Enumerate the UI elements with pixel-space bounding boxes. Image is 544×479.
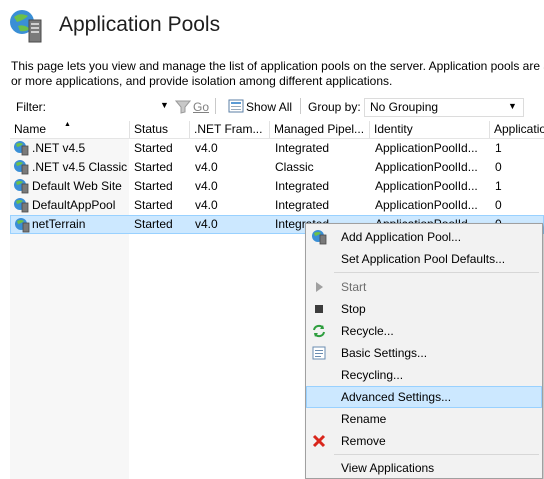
cell-net-version: v4.0 <box>195 179 218 193</box>
go-button[interactable]: Go <box>193 100 209 114</box>
menu-item-label: Recycle... <box>341 324 394 338</box>
menu-item-label: Add Application Pool... <box>341 230 462 244</box>
filter-dropdown-arrow-icon[interactable]: ▼ <box>160 100 169 110</box>
table-row[interactable]: Default Web Site Started v4.0 Integrated… <box>10 177 544 196</box>
chevron-down-icon[interactable]: ▼ <box>508 101 517 111</box>
app-pool-icon <box>13 178 29 194</box>
page-description: This page lets you view and manage the l… <box>11 59 544 89</box>
app-pool-icon <box>14 217 30 233</box>
cell-name: .NET v4.5 <box>32 141 86 155</box>
cell-applications: 1 <box>495 141 502 155</box>
menu-item-label: Rename <box>341 412 387 426</box>
app-pool-icon <box>13 197 29 213</box>
cell-status: Started <box>134 141 173 155</box>
menu-item-label: Set Application Pool Defaults... <box>341 252 506 266</box>
app-pools-header-icon <box>8 8 44 44</box>
menu-item-remove[interactable]: Remove <box>306 431 542 452</box>
menu-item-label: Start <box>341 280 367 294</box>
menu-separator <box>334 272 539 273</box>
cell-status: Started <box>134 217 173 231</box>
filter-label: Filter: <box>16 100 46 114</box>
cell-name: DefaultAppPool <box>32 198 116 212</box>
cell-applications: 0 <box>495 198 502 212</box>
menu-item-add-application-pool[interactable]: Add Application Pool... <box>306 227 542 248</box>
toolbar-separator <box>300 98 301 114</box>
cell-pipeline: Classic <box>275 160 314 174</box>
column-header-applications[interactable]: Applicatio <box>490 121 544 138</box>
cell-name: netTerrain <box>32 217 86 231</box>
cell-net-version: v4.0 <box>195 198 218 212</box>
toolbar-separator <box>215 98 216 114</box>
table-row[interactable]: .NET v4.5 Classic Started v4.0 Classic A… <box>10 158 544 177</box>
menu-item-recycling[interactable]: Recycling... <box>306 365 542 386</box>
column-header-status[interactable]: Status <box>130 121 190 138</box>
cell-name: .NET v4.5 Classic <box>32 160 128 174</box>
column-header-identity[interactable]: Identity <box>370 121 490 138</box>
menu-item-set-pool-defaults[interactable]: Set Application Pool Defaults... <box>306 249 542 270</box>
cell-pipeline: Integrated <box>275 179 330 193</box>
cell-applications: 0 <box>495 160 502 174</box>
menu-item-stop[interactable]: Stop <box>306 299 542 320</box>
show-all-button[interactable]: Show All <box>246 100 292 114</box>
cell-identity: ApplicationPoolId... <box>375 179 478 193</box>
menu-item-label: Stop <box>341 302 366 316</box>
cell-applications: 1 <box>495 179 502 193</box>
basic-settings-icon <box>311 345 327 361</box>
cell-net-version: v4.0 <box>195 160 218 174</box>
start-icon <box>311 279 327 295</box>
menu-separator <box>334 454 539 455</box>
cell-name: Default Web Site <box>32 179 122 193</box>
cell-identity: ApplicationPoolId... <box>375 141 478 155</box>
menu-item-label: Recycling... <box>341 368 404 382</box>
cell-net-version: v4.0 <box>195 217 218 231</box>
table-row[interactable]: DefaultAppPool Started v4.0 Integrated A… <box>10 196 544 215</box>
show-all-icon <box>228 99 244 116</box>
page-title: Application Pools <box>59 13 221 36</box>
cell-identity: ApplicationPoolId... <box>375 198 478 212</box>
app-pool-icon <box>13 159 29 175</box>
sort-ascending-icon: ▲ <box>64 121 71 128</box>
table-row[interactable]: .NET v4.5 Started v4.0 Integrated Applic… <box>10 139 544 158</box>
menu-item-advanced-settings[interactable]: Advanced Settings... <box>306 386 542 408</box>
app-pool-add-icon <box>311 229 327 245</box>
group-by-value: No Grouping <box>370 100 439 114</box>
funnel-icon <box>174 100 192 117</box>
app-pool-icon <box>13 140 29 156</box>
menu-item-recycle[interactable]: Recycle... <box>306 321 542 342</box>
cell-pipeline: Integrated <box>275 141 330 155</box>
cell-net-version: v4.0 <box>195 141 218 155</box>
description-line-1: This page lets you view and manage the l… <box>11 59 544 73</box>
menu-item-rename[interactable]: Rename <box>306 409 542 430</box>
stop-icon <box>311 301 327 317</box>
menu-item-label: Advanced Settings... <box>341 390 452 404</box>
column-header-net-framework[interactable]: .NET Fram... <box>190 121 270 138</box>
column-header-managed-pipeline[interactable]: Managed Pipel... <box>270 121 370 138</box>
menu-item-basic-settings[interactable]: Basic Settings... <box>306 343 542 364</box>
cell-status: Started <box>134 179 173 193</box>
menu-item-label: Basic Settings... <box>341 346 428 360</box>
menu-item-start[interactable]: Start <box>306 277 542 298</box>
menu-item-view-applications[interactable]: View Applications <box>306 458 542 479</box>
cell-status: Started <box>134 160 173 174</box>
remove-icon <box>311 433 327 449</box>
group-by-label: Group by: <box>308 100 361 114</box>
description-line-2: or more applications, and provide isolat… <box>11 74 393 88</box>
menu-item-label: View Applications <box>341 461 435 475</box>
menu-item-label: Remove <box>341 434 386 448</box>
cell-status: Started <box>134 198 173 212</box>
cell-identity: ApplicationPoolId... <box>375 160 478 174</box>
recycle-icon <box>311 323 327 339</box>
cell-pipeline: Integrated <box>275 198 330 212</box>
